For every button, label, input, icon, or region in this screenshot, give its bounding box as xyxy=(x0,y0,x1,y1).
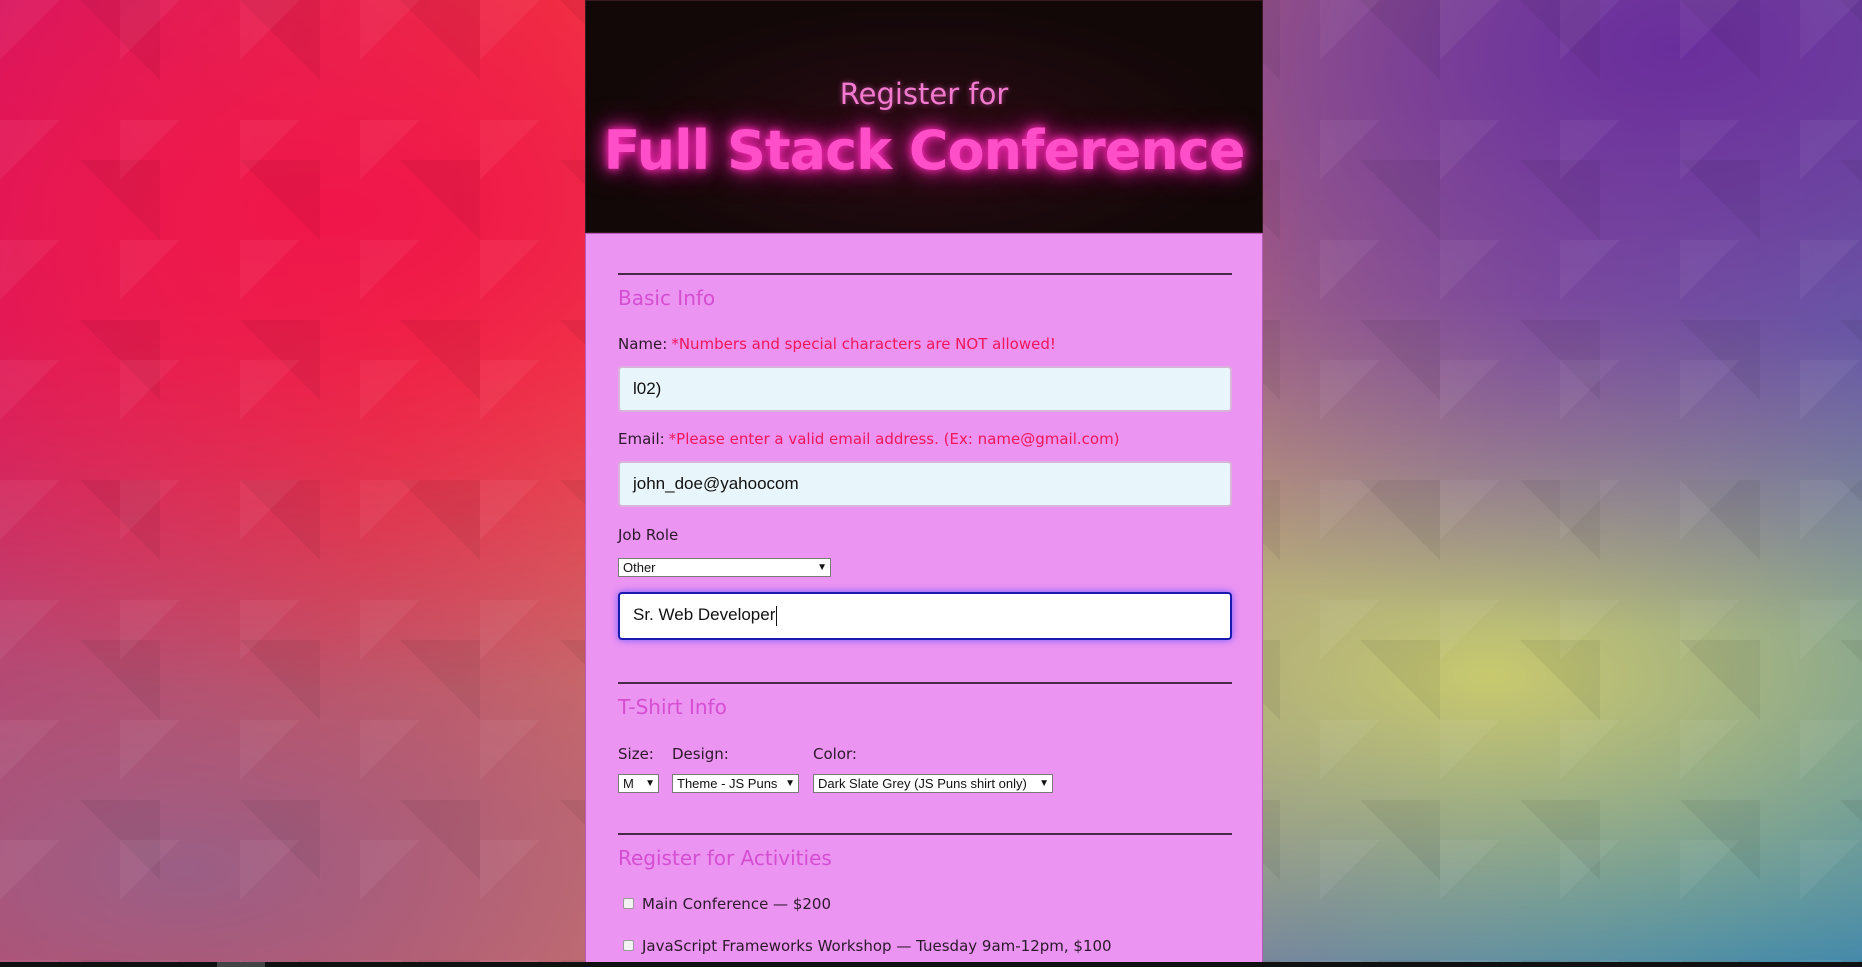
taskbar-active-item[interactable] xyxy=(217,962,265,967)
color-select[interactable]: Dark Slate Grey (JS Puns shirt only) ▼ xyxy=(813,774,1053,793)
taskbar xyxy=(0,962,1862,967)
name-input[interactable]: l02) xyxy=(618,366,1232,412)
size-label: Size: xyxy=(618,745,654,763)
activity-label-js-frameworks: JavaScript Frameworks Workshop — Tuesday… xyxy=(642,937,1112,955)
header-title: Full Stack Conference xyxy=(603,119,1246,182)
color-selected: Dark Slate Grey (JS Puns shirt only) xyxy=(818,776,1027,791)
design-label: Design: xyxy=(672,745,729,763)
name-label-text: Name: xyxy=(618,335,668,353)
email-label: Email: *Please enter a valid email addres… xyxy=(618,430,1120,448)
activity-checkbox-js-frameworks[interactable] xyxy=(623,940,634,951)
job-role-selected: Other xyxy=(623,560,656,575)
chevron-down-icon: ▼ xyxy=(1039,778,1049,789)
email-input[interactable]: john_doe@yahoocom xyxy=(618,461,1232,507)
email-error-message: *Please enter a valid email address. (Ex… xyxy=(668,430,1120,448)
color-label: Color: xyxy=(813,745,857,763)
tshirt-info-title: T-Shirt Info xyxy=(618,695,727,719)
job-role-select[interactable]: Other ▼ xyxy=(618,558,831,577)
name-error-message: *Numbers and special characters are NOT … xyxy=(671,335,1056,353)
text-caret xyxy=(776,605,778,626)
page-container: Register for Full Stack Conference Basic… xyxy=(585,0,1263,967)
design-selected: Theme - JS Puns xyxy=(677,776,778,791)
job-role-label: Job Role xyxy=(618,526,679,544)
design-select[interactable]: Theme - JS Puns ▼ xyxy=(672,774,799,793)
activities-title: Register for Activities xyxy=(618,846,832,870)
email-input-value: john_doe@yahoocom xyxy=(633,474,799,493)
other-job-role-value: Sr. Web Developer xyxy=(633,605,776,624)
email-label-text: Email: xyxy=(618,430,665,448)
size-selected: M xyxy=(623,776,634,791)
size-select[interactable]: M ▼ xyxy=(618,774,659,793)
header-subtitle: Register for xyxy=(839,77,1009,111)
basic-info-title: Basic Info xyxy=(618,286,716,310)
section-divider xyxy=(618,682,1232,684)
chevron-down-icon: ▼ xyxy=(645,778,655,789)
section-divider xyxy=(618,833,1232,835)
chevron-down-icon: ▼ xyxy=(785,778,795,789)
name-label: Name: *Numbers and special characters are… xyxy=(618,335,1056,353)
name-input-value: l02) xyxy=(633,379,662,398)
chevron-down-icon: ▼ xyxy=(817,562,827,573)
activity-label-main-conference: Main Conference — $200 xyxy=(642,895,832,913)
page-header: Register for Full Stack Conference xyxy=(585,0,1263,233)
section-divider xyxy=(618,273,1232,275)
registration-form: Basic Info Name: *Numbers and special cha… xyxy=(585,233,1263,967)
activity-checkbox-main-conference[interactable] xyxy=(623,898,634,909)
other-job-role-input[interactable]: Sr. Web Developer xyxy=(618,592,1232,640)
